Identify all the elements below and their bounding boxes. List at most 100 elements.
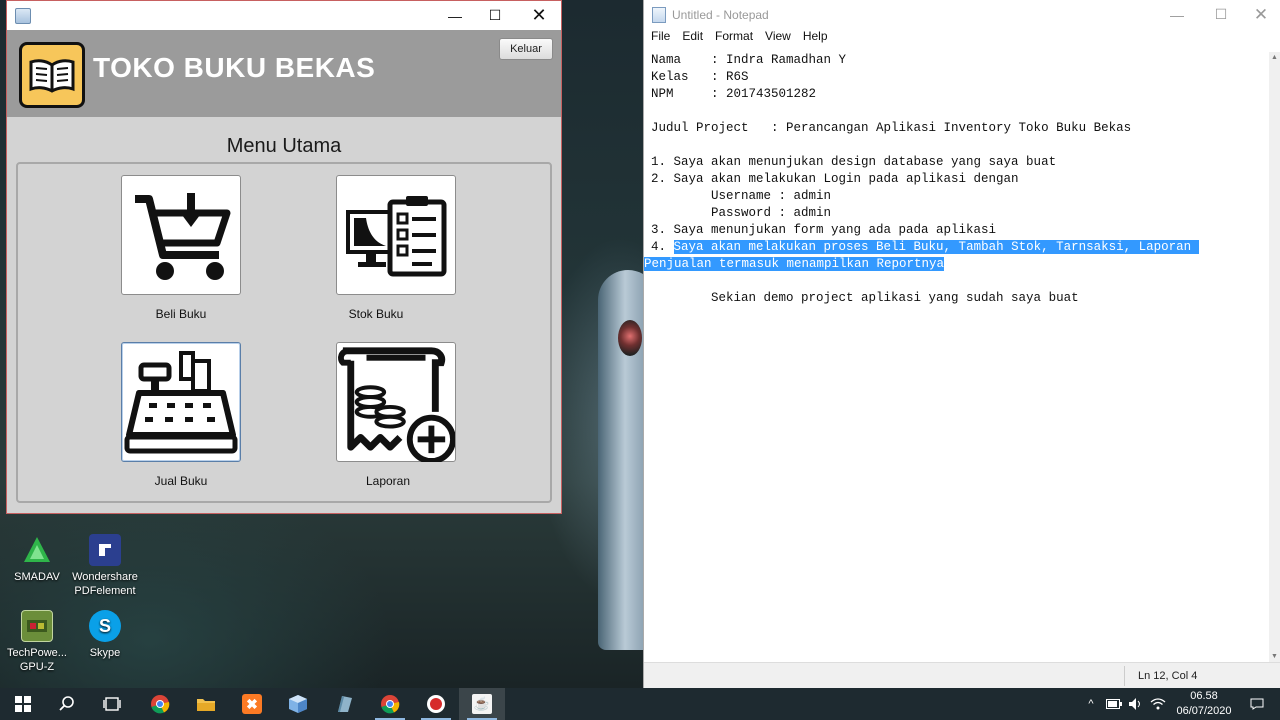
cash-register-icon (124, 351, 238, 454)
minimize-icon[interactable]: — (1155, 0, 1199, 29)
status-separator (1124, 666, 1125, 686)
notepad-statusbar: Ln 12, Col 4 (644, 662, 1280, 688)
text-line-selected: Penjualan termasuk menampilkan Reportnya (644, 256, 1270, 273)
taskbar-clock[interactable]: 06.58 06/07/2020 (1168, 689, 1240, 719)
taskbar-xampp[interactable]: ✖ (229, 688, 275, 720)
menu-title: Menu Utama (226, 135, 342, 157)
text-line: 3. Saya menunjukan form yang ada pada ap… (651, 223, 997, 237)
text-line: Username : admin (651, 189, 832, 203)
taskbar-app[interactable] (321, 688, 367, 720)
tray-overflow-icon[interactable]: ^ (1082, 688, 1100, 720)
text-line: Judul Project : Perancangan Aplikasi Inv… (651, 121, 1132, 135)
desktop-icon-smadav[interactable]: SMADAV (0, 534, 74, 584)
line-prefix: 4. (651, 240, 674, 254)
menu-format[interactable]: Format (715, 29, 753, 47)
taskbar-java[interactable]: ☕ (459, 688, 505, 720)
maximize-icon[interactable]: ☐ (473, 1, 517, 30)
volume-icon[interactable] (1126, 688, 1146, 720)
keluar-button[interactable]: Keluar (499, 38, 553, 60)
desktop-icon-label: Wondershare PDFelement (72, 571, 138, 597)
inventory-clipboard-icon (346, 196, 447, 277)
taskbar-file-explorer[interactable] (183, 688, 229, 720)
desktop-icon-label: TechPowe... GPU-Z (7, 647, 67, 673)
taskbar-recorder[interactable] (413, 688, 459, 720)
menu-edit[interactable]: Edit (682, 29, 703, 47)
notepad-menubar: File Edit Format View Help (644, 29, 1280, 47)
window-titlebar: — ☐ ✕ (7, 1, 561, 30)
text-line: Sekian demo project aplikasi yang sudah … (651, 291, 1079, 305)
selected-text: Penjualan termasuk menampilkan Reportnya (644, 257, 945, 271)
desktop-icon-pdfelement[interactable]: Wondershare PDFelement (68, 534, 142, 598)
text-line: Kelas : R6S (651, 70, 749, 84)
book-logo-icon (19, 42, 85, 108)
desktop-icon-label: SMADAV (14, 571, 60, 583)
selected-text: Saya akan melakukan proses Beli Buku, Ta… (673, 240, 1199, 254)
text-line (651, 137, 1270, 154)
notepad-icon (652, 6, 666, 23)
notification-icon[interactable] (1246, 688, 1268, 720)
stok-buku-label: Stok Buku (348, 307, 404, 321)
clock-time: 06.58 (1190, 690, 1218, 702)
stok-buku-button[interactable] (336, 175, 456, 295)
battery-icon[interactable] (1104, 688, 1124, 720)
scroll-down-icon[interactable]: ▼ (1269, 651, 1280, 662)
report-add-icon (338, 347, 455, 462)
menu-help[interactable]: Help (803, 29, 828, 47)
app-title: TOKO BUKU BEKAS (93, 52, 376, 83)
chrome-icon (151, 695, 170, 714)
windows-logo-icon (15, 696, 31, 712)
text-line: 2. Saya akan melakukan Login pada aplika… (651, 172, 1019, 186)
scroll-up-icon[interactable]: ▲ (1269, 52, 1280, 63)
toko-buku-window: — ☐ ✕ TOKO BUKU BEKAS Keluar Menu Utama (6, 0, 562, 514)
skype-icon: S (89, 610, 121, 642)
notepad-titlebar: Untitled - Notepad — ☐ ✕ (644, 0, 1280, 29)
text-line (651, 273, 1270, 290)
notepad-title: Untitled - Notepad (672, 7, 769, 22)
close-icon[interactable]: ✕ (1239, 0, 1280, 29)
taskbar: ✖ ☕ ^ 06.58 06/07/2020 (0, 688, 1280, 720)
wifi-icon[interactable] (1148, 688, 1168, 720)
notepad-text-area[interactable]: Nama : Indra Ramadhan Y Kelas : R6S NPM … (644, 52, 1270, 662)
desktop-icon-skype[interactable]: S Skype (68, 610, 142, 660)
smadav-icon (21, 534, 53, 566)
maximize-icon[interactable]: ☐ (1199, 0, 1243, 29)
beli-buku-label: Beli Buku (155, 307, 207, 321)
pdfelement-icon (89, 534, 121, 566)
text-line: 1. Saya akan menunjukan design database … (651, 155, 1057, 169)
search-button[interactable] (44, 688, 90, 720)
java-app-icon (15, 7, 31, 24)
shopping-cart-icon (135, 193, 231, 280)
text-line: NPM : 201743501282 (651, 87, 817, 101)
close-icon[interactable]: ✕ (517, 1, 561, 30)
menu-panel: Beli Buku Stok Buku Jual Buku Laporan (16, 162, 552, 503)
search-icon (59, 696, 74, 711)
taskbar-virtualbox[interactable] (275, 688, 321, 720)
record-icon (427, 695, 445, 713)
taskbar-chrome[interactable] (137, 688, 183, 720)
task-view-icon (103, 697, 121, 711)
taskbar-chrome-2[interactable] (367, 688, 413, 720)
minimize-icon[interactable]: — (433, 1, 477, 30)
text-line-selected: 4. Saya akan melakukan proses Beli Buku,… (651, 239, 1270, 256)
vertical-scrollbar[interactable]: ▲ ▼ (1269, 52, 1280, 662)
menu-view[interactable]: View (765, 29, 791, 47)
app-body: Menu Utama Beli Buku Stok Buku Jual Buku… (7, 117, 561, 513)
laporan-button[interactable] (336, 342, 456, 462)
menu-file[interactable]: File (651, 29, 670, 47)
folder-icon (197, 699, 215, 711)
cube-icon (289, 695, 307, 713)
desktop-icon-gpuz[interactable]: TechPowe... GPU-Z (0, 610, 74, 674)
gpuz-icon (21, 610, 53, 642)
cursor-position: Ln 12, Col 4 (1138, 670, 1198, 682)
beli-buku-button[interactable] (121, 175, 241, 295)
notepad-window: Untitled - Notepad — ☐ ✕ File Edit Forma… (643, 0, 1280, 688)
start-button[interactable] (0, 688, 46, 720)
jual-buku-button[interactable] (121, 342, 241, 462)
xampp-icon: ✖ (242, 694, 262, 714)
app-header: TOKO BUKU BEKAS Keluar (7, 30, 561, 117)
shape-icon (338, 696, 352, 712)
text-line (651, 103, 1270, 120)
wallpaper-robot-eye (618, 320, 642, 356)
task-view-button[interactable] (89, 688, 135, 720)
java-icon: ☕ (472, 694, 492, 714)
